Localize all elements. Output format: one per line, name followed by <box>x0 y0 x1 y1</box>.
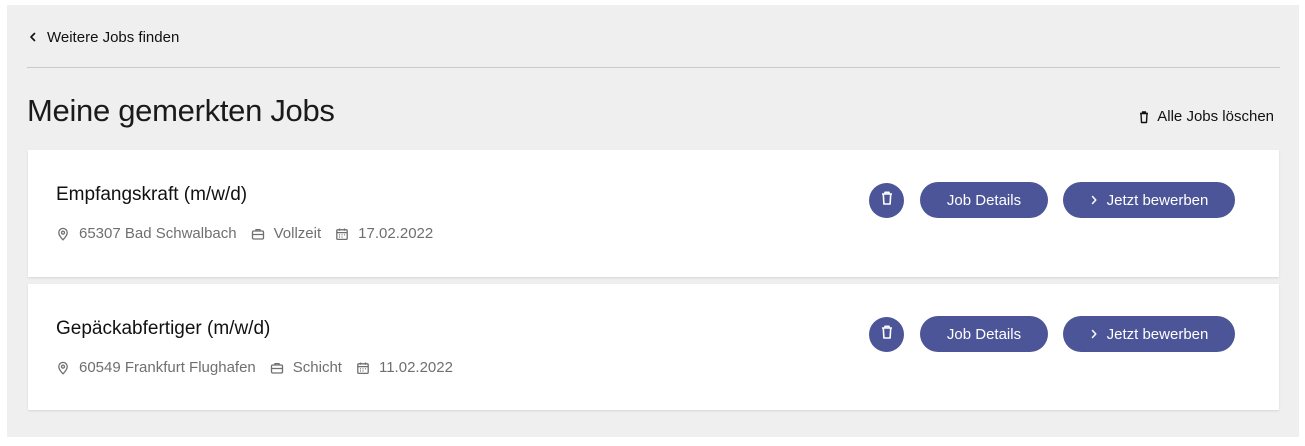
job-type: Vollzeit <box>251 225 322 242</box>
remove-job-button[interactable] <box>869 316 904 352</box>
delete-all-jobs-button[interactable]: Alle Jobs löschen <box>1138 108 1274 125</box>
remove-job-button[interactable] <box>869 182 904 218</box>
chevron-right-icon <box>1090 195 1098 205</box>
briefcase-icon <box>270 361 284 375</box>
job-card: Empfangskraft (m/w/d) 65307 Bad Schwalba… <box>28 150 1279 277</box>
job-location: 60549 Frankfurt Flughafen <box>56 359 256 376</box>
trash-icon <box>880 324 894 345</box>
chevron-left-icon <box>27 31 39 43</box>
apply-now-button[interactable]: Jetzt bewerben <box>1063 182 1235 218</box>
apply-now-label: Jetzt bewerben <box>1106 191 1209 209</box>
apply-now-label: Jetzt bewerben <box>1106 325 1209 343</box>
location-pin-icon <box>56 361 70 375</box>
apply-now-button[interactable]: Jetzt bewerben <box>1063 316 1235 352</box>
job-location-text: 60549 Frankfurt Flughafen <box>79 359 256 376</box>
back-link-label: Weitere Jobs finden <box>47 28 180 46</box>
calendar-icon <box>335 227 349 241</box>
job-card: Gepäckabfertiger (m/w/d) 60549 Frankfurt… <box>28 284 1279 410</box>
job-date: 17.02.2022 <box>335 225 433 242</box>
job-type: Schicht <box>270 359 342 376</box>
job-details-label: Job Details <box>946 325 1022 343</box>
job-type-text: Schicht <box>292 359 342 376</box>
job-actions: Job Details Jetzt bewerben <box>869 316 1235 352</box>
trash-icon <box>880 190 894 211</box>
job-meta: 65307 Bad Schwalbach Vollzeit 17.02.2022 <box>56 225 447 242</box>
calendar-icon <box>356 361 370 375</box>
job-actions: Job Details Jetzt bewerben <box>869 182 1235 218</box>
saved-jobs-panel: Weitere Jobs finden Meine gemerkten Jobs… <box>7 5 1299 437</box>
chevron-right-icon <box>1090 329 1098 339</box>
job-details-label: Job Details <box>946 191 1022 209</box>
job-title: Gepäckabfertiger (m/w/d) <box>56 318 271 339</box>
job-details-button[interactable]: Job Details <box>920 182 1048 218</box>
job-details-button[interactable]: Job Details <box>920 316 1048 352</box>
header-divider <box>27 67 1280 68</box>
job-location-text: 65307 Bad Schwalbach <box>79 225 237 242</box>
job-date-text: 11.02.2022 <box>378 359 453 376</box>
page-title: Meine gemerkten Jobs <box>27 93 335 128</box>
job-location: 65307 Bad Schwalbach <box>56 225 237 242</box>
job-date-text: 17.02.2022 <box>358 225 434 242</box>
delete-all-label: Alle Jobs löschen <box>1157 108 1274 125</box>
job-type-text: Vollzeit <box>273 225 322 242</box>
job-date: 11.02.2022 <box>356 359 453 376</box>
job-title: Empfangskraft (m/w/d) <box>56 184 248 205</box>
back-to-jobs-link[interactable]: Weitere Jobs finden <box>27 25 179 49</box>
location-pin-icon <box>56 227 70 241</box>
job-meta: 60549 Frankfurt Flughafen Schicht 11.02.… <box>56 359 467 376</box>
briefcase-icon <box>251 227 265 241</box>
trash-icon <box>1138 110 1150 124</box>
